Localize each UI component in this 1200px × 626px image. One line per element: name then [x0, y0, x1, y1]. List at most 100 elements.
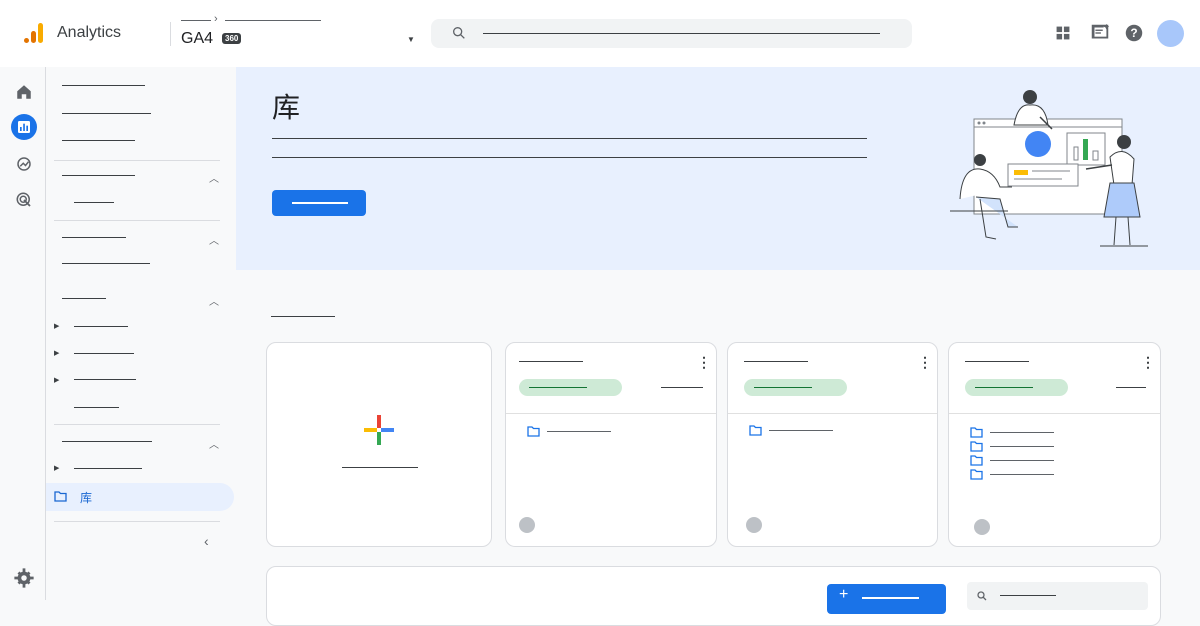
list-item[interactable]: [970, 454, 1070, 466]
list-item[interactable]: [749, 424, 869, 436]
svg-text:?: ?: [1130, 26, 1137, 40]
table-search-input[interactable]: [967, 582, 1148, 610]
published-status-chip: [965, 379, 1068, 396]
folder-icon: [970, 427, 983, 438]
chevron-up-icon[interactable]: ︿: [209, 232, 219, 247]
topic-name: [990, 432, 1054, 433]
divider: [170, 22, 171, 46]
search-placeholder: [1000, 595, 1056, 596]
divider: [54, 160, 220, 161]
chevron-up-icon[interactable]: ︿: [209, 436, 219, 451]
divider: [728, 413, 937, 414]
home-icon: [17, 85, 31, 99]
expand-arrow-icon[interactable]: ▶: [54, 349, 59, 357]
navigation-rail: [0, 67, 46, 600]
chevron-up-icon[interactable]: ︿: [209, 293, 219, 308]
admin-settings-button[interactable]: [11, 565, 37, 591]
folder-icon: [54, 491, 67, 502]
nav-item[interactable]: [74, 468, 142, 469]
account-name: [181, 20, 211, 21]
more-options-icon[interactable]: ⋮: [918, 354, 932, 371]
nav-section-header[interactable]: [62, 237, 126, 238]
banner-description: [272, 138, 867, 139]
collections-heading: [271, 316, 335, 317]
topic-name: [990, 446, 1054, 447]
app-name: Analytics: [57, 24, 122, 41]
divider: [949, 413, 1160, 414]
folder-icon: [970, 455, 983, 466]
nav-item[interactable]: [74, 202, 114, 203]
chevron-up-icon[interactable]: ︿: [209, 170, 219, 185]
collapse-nav-icon[interactable]: ‹: [204, 533, 209, 549]
folder-icon: [749, 425, 762, 436]
nav-section-header[interactable]: [62, 298, 106, 299]
collection-meta: [1116, 387, 1146, 388]
nav-item[interactable]: [62, 263, 150, 264]
advertising-icon: [16, 192, 31, 207]
nav-section-header[interactable]: [62, 441, 152, 442]
nav-section-header[interactable]: [62, 175, 135, 176]
collection-card[interactable]: ⋮: [948, 342, 1161, 547]
topic-name: [769, 430, 833, 431]
settings-icon: [14, 568, 34, 588]
chevron-right-icon: ›: [214, 13, 218, 25]
nav-item[interactable]: [74, 353, 134, 354]
more-options-icon[interactable]: ⋮: [1141, 354, 1155, 371]
reports-icon: [18, 121, 30, 133]
apps-icon[interactable]: [1052, 22, 1074, 44]
plus-icon: +: [839, 586, 849, 603]
help-icon[interactable]: ?: [1123, 22, 1145, 44]
divider: [54, 220, 220, 221]
collection-card[interactable]: ⋮: [505, 342, 717, 547]
top-app-bar: Analytics › GA4 360 ▼ ?: [0, 0, 1200, 67]
page-title: 库: [272, 92, 301, 123]
list-item[interactable]: [970, 426, 1070, 438]
create-card-label: [342, 467, 418, 468]
expand-arrow-icon[interactable]: ▶: [54, 376, 59, 384]
home-button[interactable]: [11, 79, 37, 105]
owner-avatar: [746, 517, 762, 533]
feedback-icon[interactable]: [1089, 22, 1111, 44]
collection-card[interactable]: ⋮: [727, 342, 938, 547]
search-icon: [453, 26, 465, 39]
nav-item[interactable]: [62, 140, 135, 141]
topic-name: [990, 460, 1054, 461]
account-avatar[interactable]: [1157, 20, 1184, 47]
property-name: GA4: [181, 30, 214, 47]
create-new-collection-card[interactable]: [266, 342, 492, 547]
nav-item[interactable]: [62, 113, 151, 114]
nav-item[interactable]: [74, 407, 119, 408]
advertising-button[interactable]: [11, 187, 37, 213]
more-options-icon[interactable]: ⋮: [697, 354, 711, 371]
divider: [54, 521, 220, 522]
dropdown-arrow-icon[interactable]: ▼: [407, 35, 415, 44]
create-new-report-button[interactable]: +: [827, 584, 946, 614]
folder-icon: [970, 441, 983, 452]
explore-button[interactable]: [11, 151, 37, 177]
add-icon: [364, 415, 394, 445]
expand-arrow-icon[interactable]: ▶: [54, 322, 59, 330]
banner-cta-button[interactable]: [272, 190, 366, 216]
reports-button[interactable]: [11, 114, 37, 140]
divider: [506, 413, 716, 414]
owner-avatar: [974, 519, 990, 535]
collection-meta: [661, 387, 703, 388]
expand-arrow-icon[interactable]: ▶: [54, 464, 59, 472]
list-item[interactable]: [970, 468, 1070, 480]
search-bar[interactable]: [431, 19, 912, 48]
nav-item[interactable]: [62, 85, 145, 86]
list-item[interactable]: [970, 440, 1070, 452]
ga360-badge: 360: [222, 33, 242, 44]
topic-name: [547, 431, 611, 432]
nav-item[interactable]: [74, 379, 136, 380]
nav-item[interactable]: [74, 326, 128, 327]
list-item[interactable]: [527, 425, 647, 437]
reports-table-panel: +: [266, 566, 1161, 626]
property-path: [225, 20, 321, 21]
property-selector[interactable]: › GA4 360 ▼: [181, 13, 415, 55]
analytics-logo[interactable]: [22, 21, 46, 45]
published-status-chip: [519, 379, 622, 396]
library-banner: 库: [236, 67, 1200, 270]
topic-name: [990, 474, 1054, 475]
nav-item-library[interactable]: 库: [46, 483, 234, 511]
